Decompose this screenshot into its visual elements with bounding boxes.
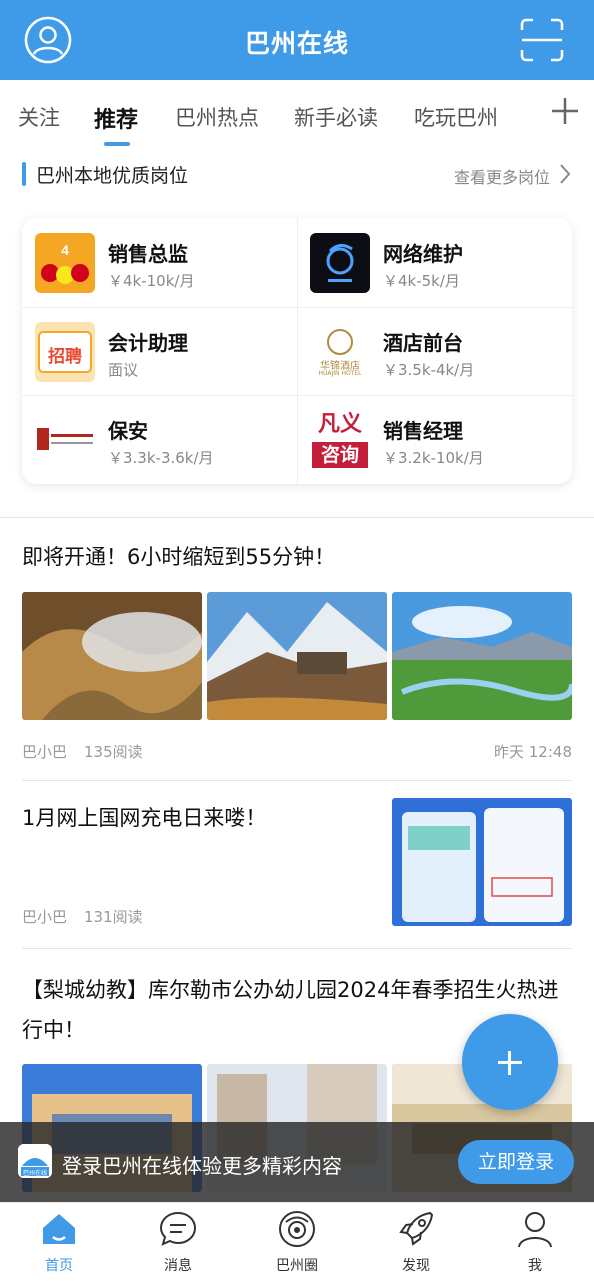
article-title[interactable]: 即将开通！6小时缩短到55分钟！ — [22, 537, 335, 577]
job-item[interactable]: 4 销售总监 ￥4k-10k/月 — [22, 218, 297, 306]
app-logo-label: 巴州在线 — [22, 1170, 47, 1177]
job-title: 会计助理 — [108, 331, 188, 355]
article-title[interactable]: 1月网上国网充电日来喽！ — [22, 798, 266, 838]
more-jobs-link[interactable]: 查看更多岗位 — [454, 164, 550, 188]
article-author: 巴小巴 — [22, 743, 68, 761]
article-image[interactable] — [392, 592, 572, 720]
job-item[interactable]: 华锦酒店 HUAJIN HOTEL 酒店前台 ￥3.5k-4k/月 — [297, 307, 572, 395]
home-icon — [43, 1214, 75, 1244]
nav-me[interactable]: 我 — [476, 1203, 594, 1281]
job-item[interactable]: 网络维护 ￥4k-5k/月 — [297, 218, 572, 306]
company-logo: 华锦酒店 HUAJIN HOTEL — [310, 322, 370, 382]
article-author: 巴小巴 — [22, 908, 68, 926]
tab-follow[interactable]: 关注 — [18, 102, 60, 132]
plus-icon — [508, 1051, 511, 1075]
user-icon — [518, 1212, 552, 1248]
nav-discover[interactable]: 发现 — [357, 1203, 475, 1281]
nav-label: 巴州圈 — [276, 1258, 318, 1274]
article-divider — [22, 948, 572, 949]
logo-text-top: 凡义 — [317, 412, 362, 437]
job-salary: 面议 — [108, 361, 139, 379]
svg-text:4: 4 — [61, 242, 69, 258]
top-bar: 巴州在线 — [0, 0, 594, 80]
circle-icon — [279, 1211, 315, 1247]
scan-icon[interactable] — [520, 18, 564, 62]
article-image[interactable] — [392, 798, 572, 926]
hotel-logo-subtext: HUAJIN HOTEL — [318, 370, 362, 377]
login-prompt-text: 登录巴州在线体验更多精彩内容 — [62, 1154, 342, 1178]
company-logo: 凡义 咨询 — [310, 410, 370, 470]
article-title-line[interactable]: 【梨城幼教】库尔勒市公办幼儿园2024年春季招生火热进 — [22, 970, 558, 1010]
nav-label: 消息 — [164, 1258, 192, 1274]
article-image[interactable] — [22, 592, 202, 720]
logo-text-bottom: 咨询 — [312, 442, 368, 468]
bottom-nav: 首页 消息 巴州圈 发现 我 — [0, 1202, 594, 1281]
app-logo: 巴州在线 — [18, 1144, 52, 1178]
nav-label: 发现 — [402, 1258, 430, 1274]
job-title: 酒店前台 — [383, 331, 463, 355]
article-time: 昨天 12:48 — [494, 743, 572, 761]
nav-home[interactable]: 首页 — [0, 1203, 118, 1281]
zhaopin-logo-text: 招聘 — [48, 347, 82, 367]
login-button[interactable]: 立即登录 — [458, 1140, 574, 1184]
article-reads: 131阅读 — [84, 908, 143, 926]
nav-messages[interactable]: 消息 — [119, 1203, 237, 1281]
tab-newbie[interactable]: 新手必读 — [294, 102, 378, 132]
rocket-icon — [399, 1211, 434, 1246]
article-image[interactable] — [207, 592, 387, 720]
job-salary: ￥3.5k-4k/月 — [383, 361, 475, 379]
app-title: 巴州在线 — [244, 29, 349, 58]
nav-circle[interactable]: 巴州圈 — [238, 1203, 356, 1281]
article-title-line[interactable]: 行中！ — [22, 1010, 85, 1050]
article-divider — [22, 780, 572, 781]
company-logo — [35, 410, 95, 470]
add-channel-icon[interactable] — [550, 96, 580, 126]
chevron-right-icon[interactable] — [558, 162, 572, 186]
nav-label: 首页 — [45, 1258, 73, 1274]
job-salary: ￥3.3k-3.6k/月 — [108, 449, 214, 467]
company-logo: 4 — [35, 233, 95, 293]
section-accent-bar — [22, 162, 26, 186]
job-title: 保安 — [108, 419, 148, 443]
job-salary: ￥4k-5k/月 — [383, 272, 460, 290]
tabs-fade — [504, 80, 594, 146]
job-title: 网络维护 — [383, 242, 463, 266]
jobs-section-title: 巴州本地优质岗位 — [36, 165, 189, 187]
create-post-button[interactable] — [462, 1014, 558, 1110]
login-prompt-bar: 巴州在线 登录巴州在线体验更多精彩内容 立即登录 — [0, 1122, 594, 1202]
job-salary: ￥3.2k-10k/月 — [383, 449, 484, 467]
company-logo — [310, 233, 370, 293]
company-logo: 招聘 — [35, 322, 95, 382]
active-tab-indicator — [104, 142, 130, 146]
job-salary: ￥4k-10k/月 — [108, 272, 195, 290]
article-reads: 135阅读 — [84, 743, 143, 761]
job-item[interactable]: 保安 ￥3.3k-3.6k/月 — [22, 395, 297, 483]
job-title: 销售总监 — [108, 242, 188, 266]
message-icon — [159, 1211, 197, 1246]
tab-bazhou-hot[interactable]: 巴州热点 — [175, 102, 259, 132]
nav-label: 我 — [528, 1258, 542, 1274]
jobs-section-header: 巴州本地优质岗位 查看更多岗位 — [0, 158, 594, 194]
job-title: 销售经理 — [383, 419, 463, 443]
job-item[interactable]: 招聘 会计助理 面议 — [22, 307, 297, 395]
job-item[interactable]: 凡义 咨询 销售经理 ￥3.2k-10k/月 — [297, 395, 572, 483]
section-divider — [0, 517, 594, 518]
jobs-card: 4 销售总监 ￥4k-10k/月 网络维护 ￥4k-5k/月 招聘 会计助理 面… — [22, 218, 572, 484]
tab-recommend[interactable]: 推荐 — [94, 102, 138, 134]
tab-eat-play[interactable]: 吃玩巴州 — [414, 102, 498, 132]
